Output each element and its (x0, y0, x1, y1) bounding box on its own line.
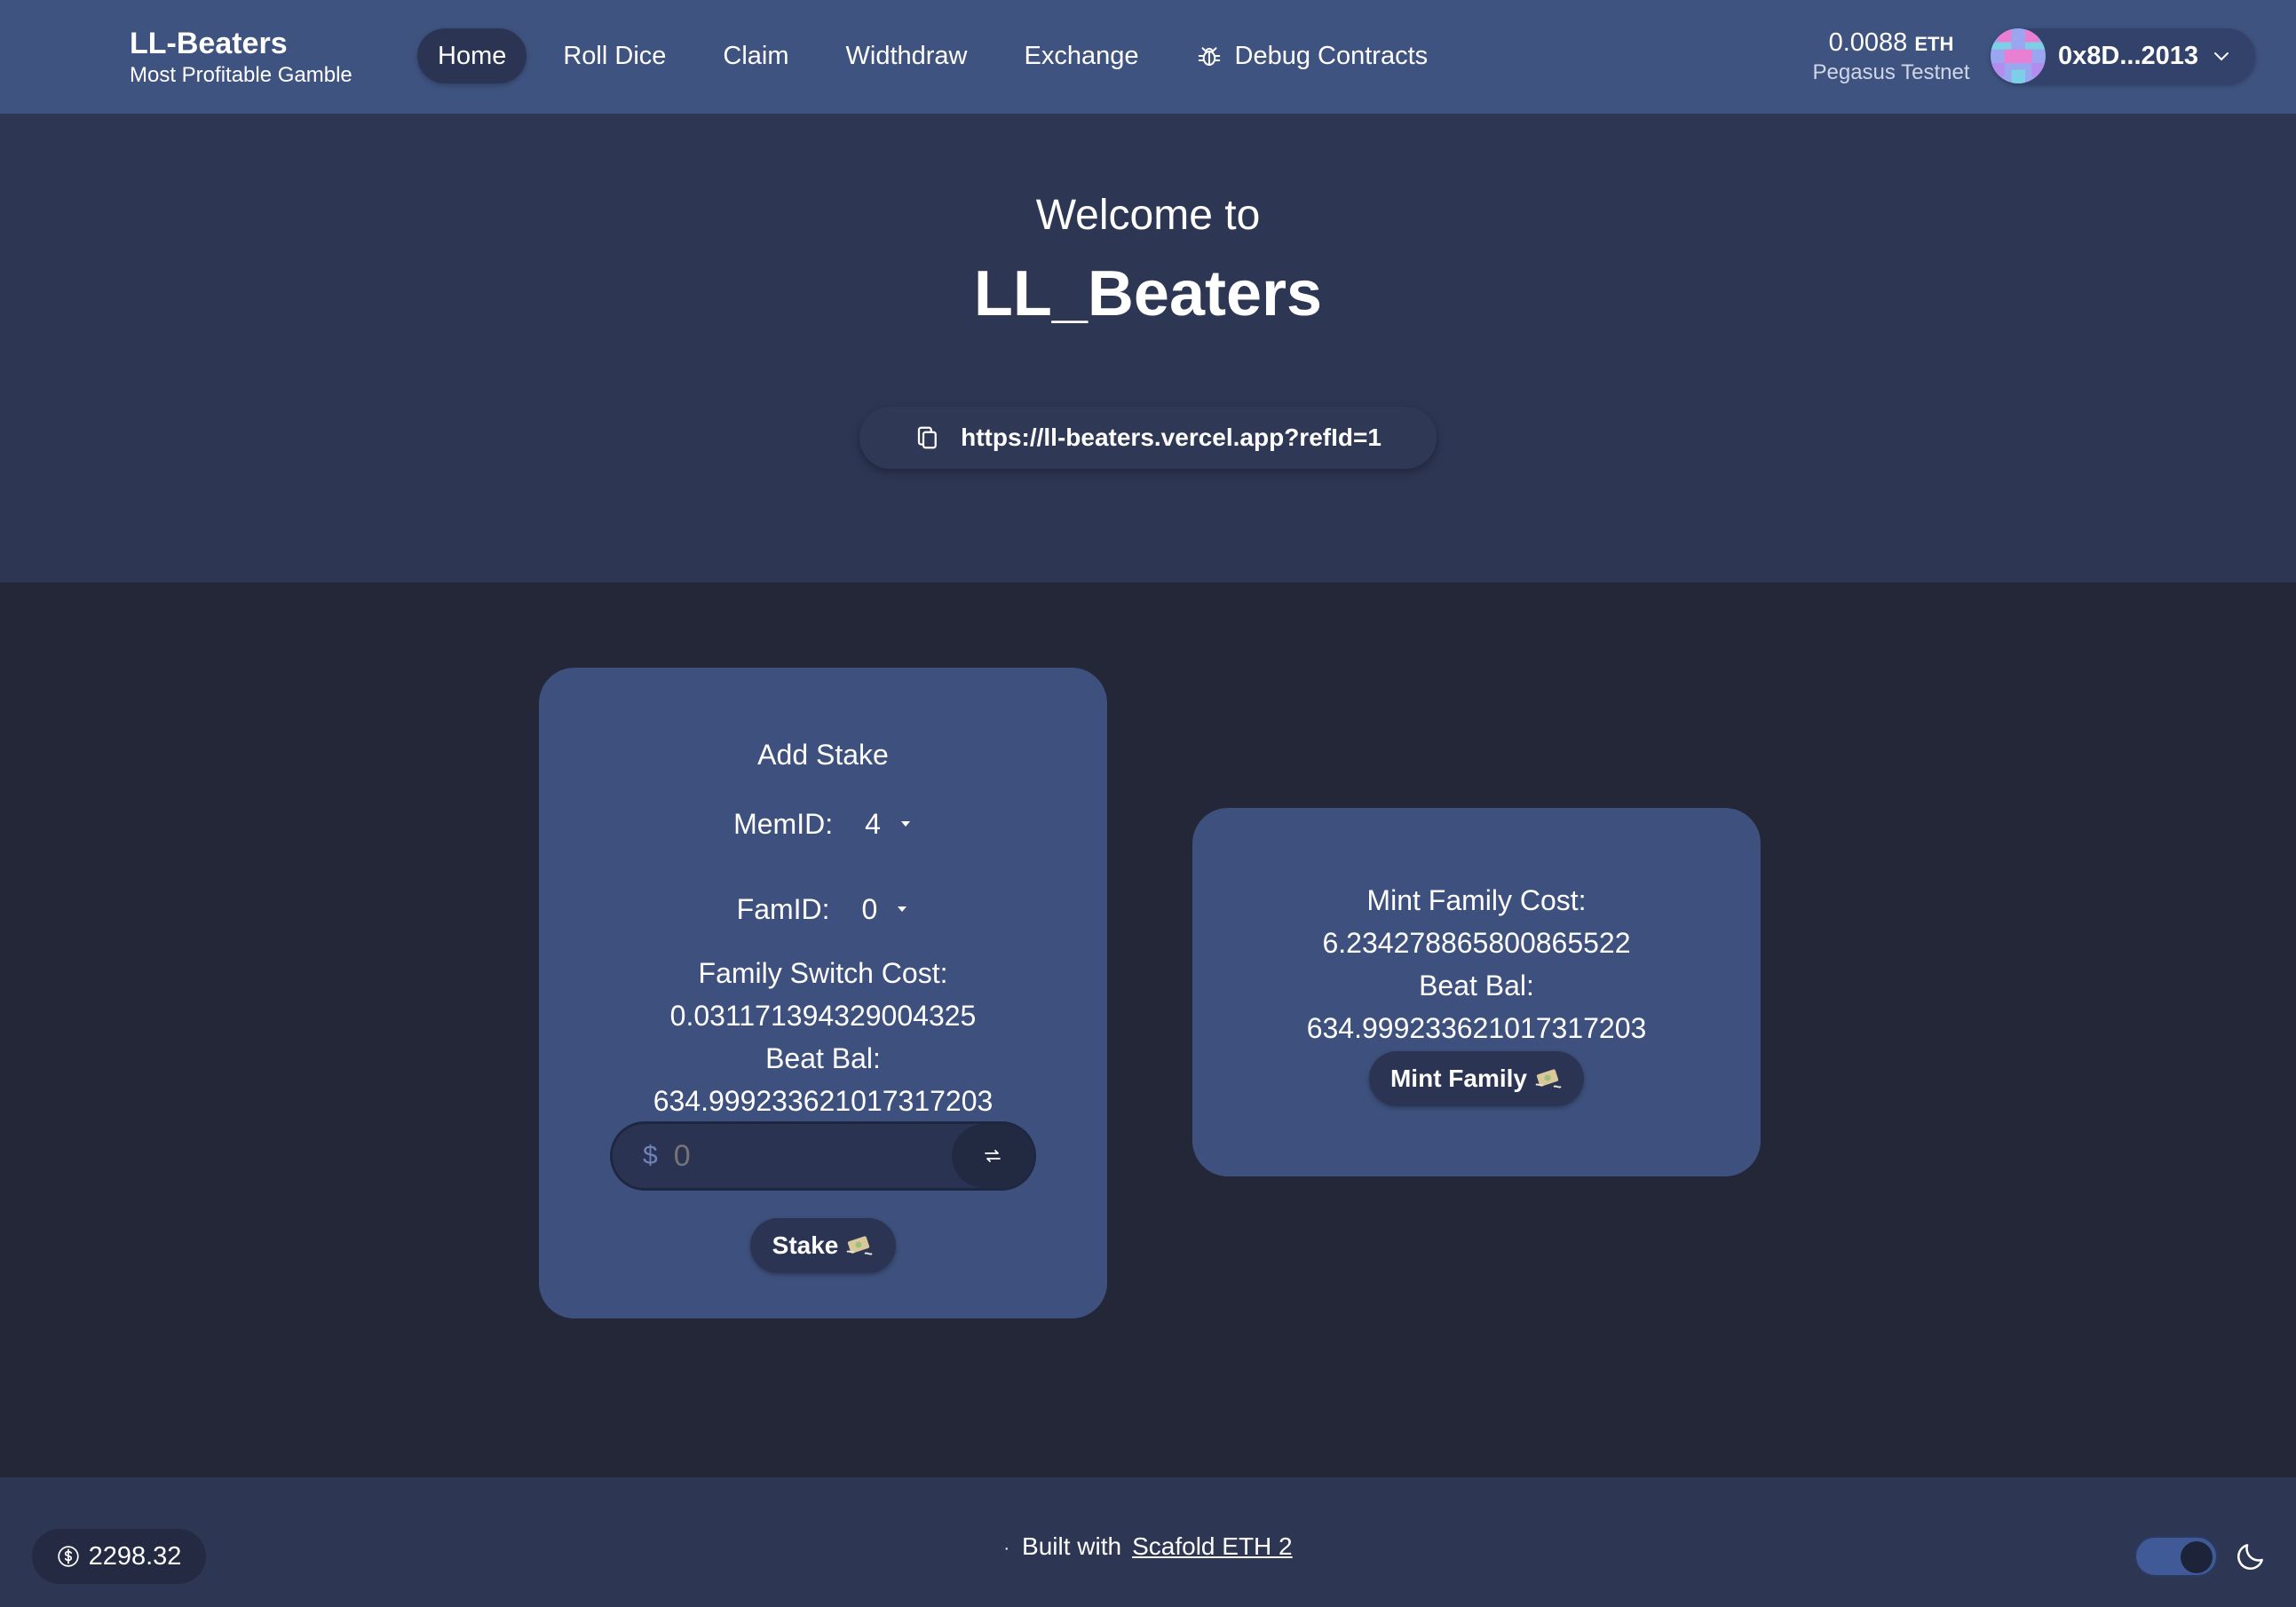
account-address: 0x8D...2013 (2058, 41, 2199, 70)
caret-down-icon (900, 821, 910, 827)
nav-debug-contracts-label: Debug Contracts (1234, 42, 1429, 70)
referral-link-text: https://ll-beaters.vercel.app?refId=1 (961, 424, 1382, 451)
nav-debug-contracts[interactable]: Debug Contracts (1176, 28, 1449, 83)
caret-down-icon (898, 906, 907, 912)
copy-icon (917, 426, 937, 449)
mint-cost-label: Mint Family Cost: (1366, 884, 1587, 916)
nav-roll-dice[interactable]: Roll Dice (542, 28, 686, 83)
switch-cost-label: Family Switch Cost: (698, 957, 948, 989)
currency-prefix: $ (643, 1141, 658, 1170)
flying-money-icon (846, 1236, 873, 1255)
flying-money-icon (1535, 1069, 1562, 1088)
switch-cost-value: 0.031171394329004325 (669, 1000, 977, 1032)
nav-claim-label: Claim (723, 42, 789, 70)
wallet-balance: 0.0088 ETH Pegasus Testnet (1802, 27, 1980, 85)
moon-icon (2237, 1544, 2263, 1570)
bug-icon (1198, 47, 1220, 66)
nav-withdraw-label: Widthdraw (845, 42, 968, 70)
main-nav: Home Roll Dice Claim Widthdraw Exchange … (417, 28, 1464, 83)
built-with: · Built with Scafold ETH 2 (0, 1531, 2296, 1564)
account-dropdown-button[interactable]: 0x8D...2013 (1991, 28, 2255, 83)
network-name: Pegasus Testnet (1812, 60, 1970, 84)
copy-referral-link-button[interactable]: https://ll-beaters.vercel.app?refId=1 (859, 407, 1437, 469)
mem-id-value: 4 (865, 808, 881, 840)
brand-subtitle: Most Profitable Gamble (130, 63, 352, 87)
toggle-knob (2181, 1541, 2213, 1573)
balance-unit: ETH (1914, 33, 1954, 55)
theme-toggle[interactable] (2134, 1536, 2218, 1577)
nav-roll-dice-label: Roll Dice (563, 42, 667, 70)
brand[interactable]: LL-Beaters Most Profitable Gamble (130, 25, 352, 89)
nav-exchange-label: Exchange (1024, 42, 1139, 70)
stake-button-label: Stake (772, 1231, 839, 1259)
nav-claim[interactable]: Claim (702, 28, 809, 83)
stake-amount-field: $ (610, 1121, 1036, 1191)
mint-family-button[interactable]: Mint Family (1369, 1051, 1584, 1106)
nav-withdraw[interactable]: Widthdraw (826, 28, 988, 83)
mint-cost-value: 6.234278865800865522 (1322, 927, 1631, 959)
mem-id-select[interactable]: 4 (847, 806, 913, 842)
avatar (1991, 28, 2046, 83)
mint-beat-bal-value: 634.999233621017317203 (1306, 1012, 1647, 1044)
scaffold-eth-link[interactable]: Scafold ETH 2 (1132, 1532, 1293, 1560)
footer-dot: · (1003, 1538, 1010, 1558)
swap-arrows-icon (985, 1150, 1001, 1162)
nav-home-label: Home (438, 42, 507, 70)
brand-title: LL-Beaters (130, 27, 288, 60)
fam-id-value: 0 (861, 893, 878, 925)
balance-value: 0.0088 (1828, 28, 1908, 57)
beat-bal-label: Beat Bal: (765, 1042, 881, 1074)
footer: 2298.32 · Built with Scafold ETH 2 (0, 1477, 2296, 1607)
chevron-down-icon (2214, 52, 2229, 61)
beat-bal-value: 634.999233621017317203 (653, 1085, 994, 1117)
nav-home[interactable]: Home (417, 28, 527, 83)
fam-id-select[interactable]: 0 (844, 891, 910, 927)
swap-units-button[interactable] (952, 1124, 1033, 1188)
mem-id-label: MemID: (733, 808, 834, 840)
add-stake-title: Add Stake (757, 739, 889, 771)
mint-beat-bal-label: Beat Bal: (1419, 970, 1534, 1001)
add-stake-card: Add Stake MemID: 4 FamID: 0 Family Switc… (539, 668, 1107, 1318)
stake-amount-input[interactable] (673, 1138, 940, 1174)
mem-id-row: MemID: 4 (539, 806, 1107, 842)
top-navbar: LL-Beaters Most Profitable Gamble Home R… (0, 0, 2296, 114)
stake-button[interactable]: Stake (750, 1218, 896, 1273)
welcome-text: Welcome to (1035, 192, 1261, 239)
fam-id-row: FamID: 0 (539, 891, 1107, 927)
fam-id-label: FamID: (736, 893, 830, 925)
hero-section: Welcome to LL_Beaters https://ll-beaters… (0, 114, 2296, 582)
page-title: LL_Beaters (973, 258, 1323, 329)
mint-family-button-label: Mint Family (1389, 1065, 1527, 1092)
mint-family-card: Mint Family Cost: 6.234278865800865522 B… (1192, 808, 1761, 1176)
nav-exchange[interactable]: Exchange (1004, 28, 1160, 83)
built-with-text: Built with (1022, 1532, 1122, 1560)
